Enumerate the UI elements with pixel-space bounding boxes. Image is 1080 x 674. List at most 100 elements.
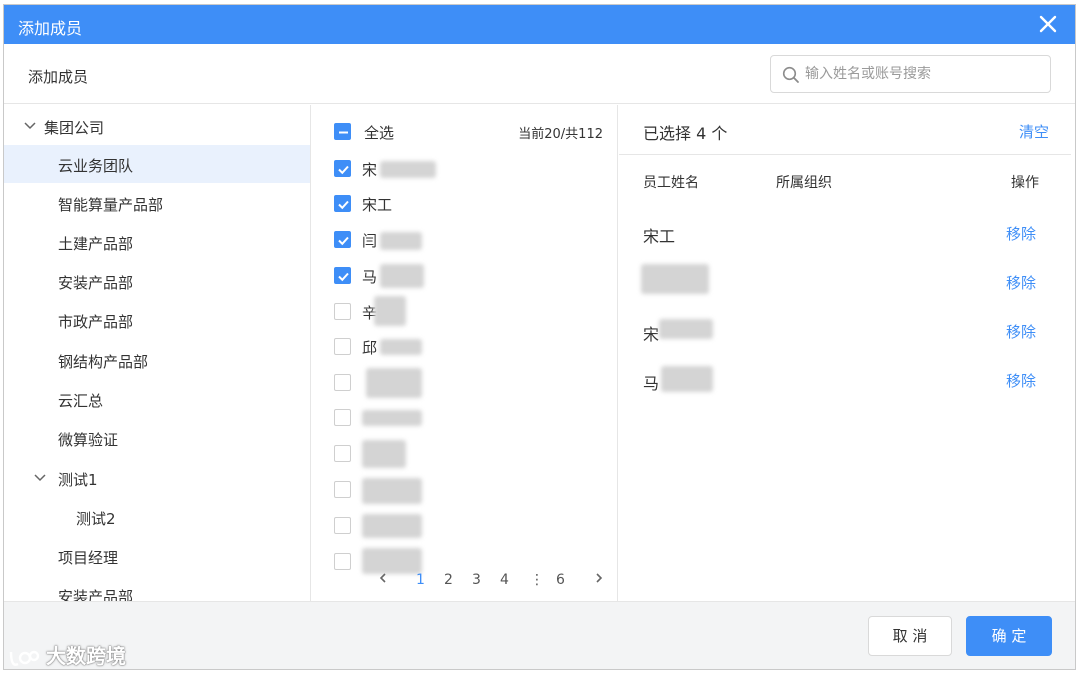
page-6[interactable]: 6	[556, 572, 565, 588]
tree-item[interactable]: 云汇总	[4, 380, 310, 418]
check-icon	[338, 236, 349, 246]
table-row: 马 移除	[619, 358, 1075, 398]
tree-item-label: 微算验证	[58, 431, 119, 449]
remove-button[interactable]: 移除	[1006, 223, 1036, 244]
list-item[interactable]: 马	[312, 258, 617, 294]
search-box[interactable]	[770, 55, 1051, 93]
redacted-blur	[374, 296, 406, 326]
divider	[619, 154, 1071, 155]
clear-button[interactable]: 清空	[1019, 121, 1049, 142]
list-item[interactable]	[312, 365, 617, 401]
tree-item[interactable]: 项目经理	[4, 537, 310, 575]
tree-item[interactable]: 微算验证	[4, 419, 310, 457]
employee-name: 宋工	[643, 227, 676, 246]
watermark: 大数跨境	[8, 640, 126, 669]
employee-name: 宋	[643, 325, 660, 344]
tree-item[interactable]: 安装产品部	[4, 262, 310, 300]
cancel-button[interactable]: 取 消	[868, 616, 952, 656]
check-icon	[338, 272, 349, 282]
list-item[interactable]: 辛	[312, 294, 617, 330]
column-header-action: 操作	[1011, 175, 1039, 191]
member-name: 闫	[362, 232, 378, 250]
dialog-subheader: 添加成员	[4, 44, 1075, 104]
member-name: 邱	[362, 339, 378, 357]
member-checkbox[interactable]	[334, 553, 351, 570]
page-3[interactable]: 3	[472, 572, 481, 588]
tree-item-cloud-team[interactable]: 云业务团队	[4, 145, 310, 183]
tree-item[interactable]: 土建产品部	[4, 223, 310, 261]
pagination: 1 2 3 4 ⋮ 6	[312, 569, 617, 593]
select-all-label: 全选	[364, 124, 395, 142]
list-item[interactable]	[312, 400, 617, 436]
add-member-dialog: 添加成员 添加成员 集团公司 云业务团队 智	[3, 4, 1076, 670]
search-icon	[782, 66, 799, 83]
remove-button[interactable]: 移除	[1006, 321, 1036, 342]
chevron-right-icon[interactable]	[594, 572, 604, 588]
tree-item-label: 集团公司	[44, 119, 105, 137]
chevron-down-icon[interactable]	[24, 121, 36, 131]
selected-count: 已选择 4 个	[643, 124, 728, 143]
member-name: 宋	[362, 161, 378, 179]
member-checkbox[interactable]	[334, 517, 351, 534]
tree-item-label: 钢结构产品部	[58, 353, 149, 371]
dialog-title: 添加成员	[18, 19, 83, 38]
column-header-org: 所属组织	[776, 175, 832, 191]
member-checkbox[interactable]	[334, 374, 351, 391]
close-button[interactable]	[1035, 11, 1061, 37]
tree-item-label: 安装产品部	[58, 588, 134, 601]
page-4[interactable]: 4	[500, 572, 509, 588]
remove-button[interactable]: 移除	[1006, 370, 1036, 391]
member-checkbox[interactable]	[334, 338, 351, 355]
tree-item[interactable]: 智能算量产品部	[4, 184, 310, 222]
member-checkbox[interactable]	[334, 303, 351, 320]
member-checkbox[interactable]	[334, 195, 351, 212]
search-input[interactable]	[805, 64, 1041, 84]
redacted-blur	[380, 339, 422, 355]
check-icon	[338, 200, 349, 210]
member-checkbox[interactable]	[334, 267, 351, 284]
more-pages-icon[interactable]: ⋮	[530, 572, 544, 588]
column-header-name: 员工姓名	[643, 175, 699, 191]
select-all-checkbox[interactable]	[334, 123, 351, 140]
tree-item[interactable]: 测试2	[4, 498, 310, 536]
list-item[interactable]: 宋工	[312, 186, 617, 222]
list-item[interactable]	[312, 508, 617, 544]
list-item[interactable]	[312, 472, 617, 508]
member-checkbox[interactable]	[334, 445, 351, 462]
member-checkbox[interactable]	[334, 409, 351, 426]
tree-item-label: 安装产品部	[58, 274, 134, 292]
tree-item[interactable]: 钢结构产品部	[4, 341, 310, 379]
ok-button[interactable]: 确 定	[966, 616, 1052, 656]
tree-item[interactable]: 安装产品部	[4, 576, 310, 601]
redacted-blur	[362, 514, 422, 538]
list-item[interactable]: 宋	[312, 151, 617, 187]
member-count: 当前20/共112	[518, 127, 603, 142]
page-1[interactable]: 1	[416, 572, 425, 588]
table-row: 移除	[619, 260, 1075, 300]
redacted-blur	[366, 368, 422, 398]
redacted-blur	[659, 319, 713, 339]
watermark-text: 大数跨境	[46, 644, 126, 668]
tree-item-group-company[interactable]: 集团公司	[4, 107, 310, 145]
selected-panel: 已选择 4 个 清空 员工姓名 所属组织 操作 宋工 移除 移除 宋 移除 马 …	[619, 105, 1075, 601]
redacted-blur	[641, 264, 709, 294]
tree-item[interactable]: 市政产品部	[4, 301, 310, 339]
tree-item-label: 测试1	[58, 471, 98, 489]
tree-item-test1[interactable]: 测试1	[4, 459, 310, 497]
tree-item-label: 测试2	[76, 510, 116, 528]
redacted-blur	[362, 440, 406, 468]
chevron-left-icon[interactable]	[378, 572, 388, 588]
chevron-down-icon[interactable]	[34, 473, 46, 483]
member-list: 全选 当前20/共112 宋 宋工 闫 马 辛 邱 1 2 3 4 ⋮ 6	[312, 105, 618, 601]
list-item[interactable]: 闫	[312, 222, 617, 258]
tree-item-label: 云汇总	[58, 392, 104, 410]
close-icon	[1039, 15, 1057, 33]
dialog-footer: 取 消 确 定	[4, 601, 1075, 669]
page-2[interactable]: 2	[444, 572, 453, 588]
list-item[interactable]	[312, 436, 617, 472]
member-checkbox[interactable]	[334, 160, 351, 177]
list-item[interactable]: 邱	[312, 329, 617, 365]
member-checkbox[interactable]	[334, 481, 351, 498]
member-checkbox[interactable]	[334, 231, 351, 248]
remove-button[interactable]: 移除	[1006, 272, 1036, 293]
